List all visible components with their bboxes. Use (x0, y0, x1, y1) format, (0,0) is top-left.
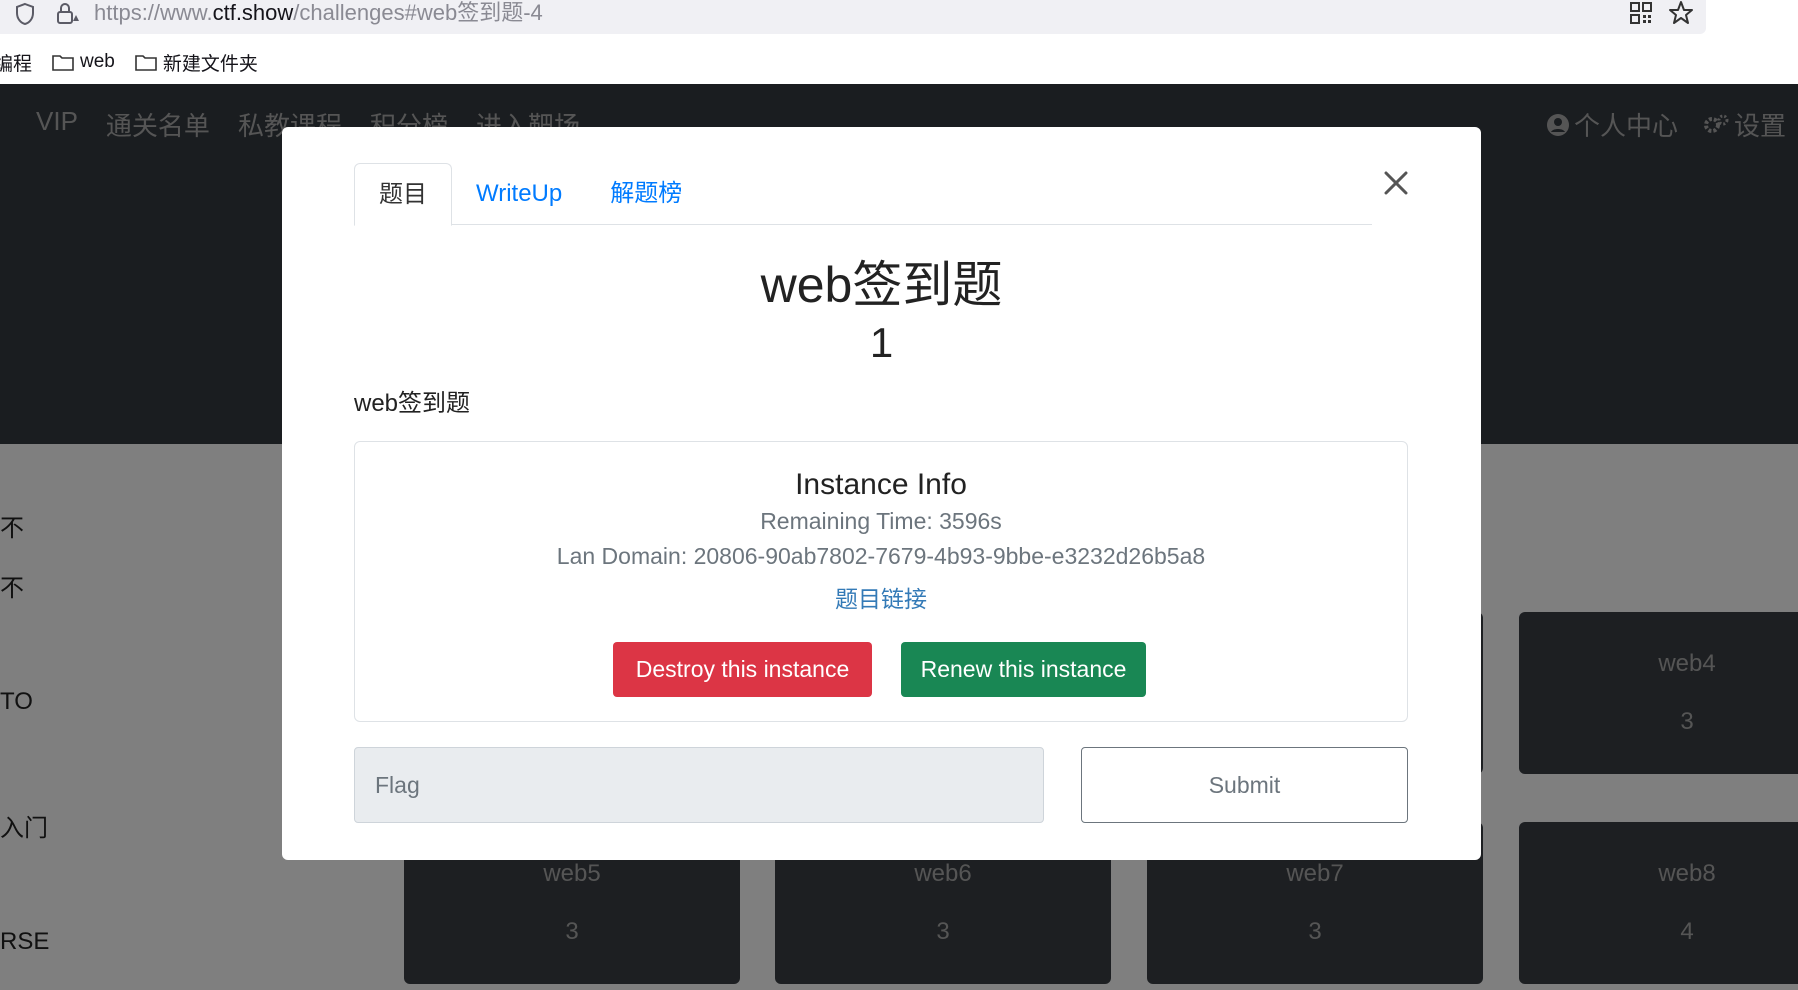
url-prefix: https://www. (94, 0, 213, 25)
url-domain: ctf.show (212, 0, 294, 25)
bookmark-folder-new[interactable]: 新建文件夹 (135, 49, 258, 76)
shield-icon[interactable] (14, 2, 36, 26)
modal-tabs: 题目 WriteUp 解题榜 (354, 163, 1372, 226)
challenge-link[interactable]: 题目链接 (835, 580, 927, 614)
challenge-modal: 题目 WriteUp 解题榜 web签到题 1 web签到题 Instance … (282, 127, 1481, 860)
bookmark-label: 编程 (0, 53, 33, 75)
folder-icon (135, 55, 157, 71)
bookmark-label: 新建文件夹 (162, 53, 258, 75)
folder-icon (52, 55, 74, 71)
submit-button[interactable]: Submit (1081, 747, 1408, 823)
lan-domain: Lan Domain: 20806-90ab7802-7679-4b93-9bb… (556, 543, 1206, 569)
bookmarks-bar: 编程 web 新建文件夹 (0, 44, 278, 80)
tab-solves[interactable]: 解题榜 (586, 163, 706, 225)
bookmark-label: web (80, 51, 115, 72)
bookmark-folder-web[interactable]: web (52, 51, 115, 73)
url-path: /challenges#web签到题-4 (293, 0, 543, 25)
destroy-instance-button[interactable]: Destroy this instance (613, 642, 872, 697)
bookmark-star-icon[interactable] (1668, 0, 1694, 26)
challenge-description: web签到题 (354, 390, 471, 417)
challenge-title: web签到题 (760, 257, 1003, 313)
instance-heading: Instance Info (795, 468, 967, 501)
challenge-score: 1 (869, 319, 894, 366)
lock-icon[interactable] (54, 1, 80, 27)
url-bar[interactable]: https://www.ctf.show/challenges#web签到题-4 (0, 0, 1706, 34)
renew-instance-button[interactable]: Renew this instance (901, 642, 1146, 697)
qr-code-icon[interactable] (1630, 2, 1652, 24)
remaining-time: Remaining Time: 3596s (760, 508, 1002, 534)
bookmark-item[interactable]: 编程 (0, 49, 32, 76)
tab-challenge[interactable]: 题目 (354, 163, 452, 226)
tab-writeup[interactable]: WriteUp (452, 163, 586, 225)
close-icon[interactable] (1378, 165, 1414, 201)
flag-input[interactable]: Flag (354, 747, 1044, 823)
instance-info-box: Instance Info Remaining Time: 3596s Lan … (354, 441, 1408, 722)
url-text[interactable]: https://www.ctf.show/challenges#web签到题-4 (94, 0, 543, 26)
